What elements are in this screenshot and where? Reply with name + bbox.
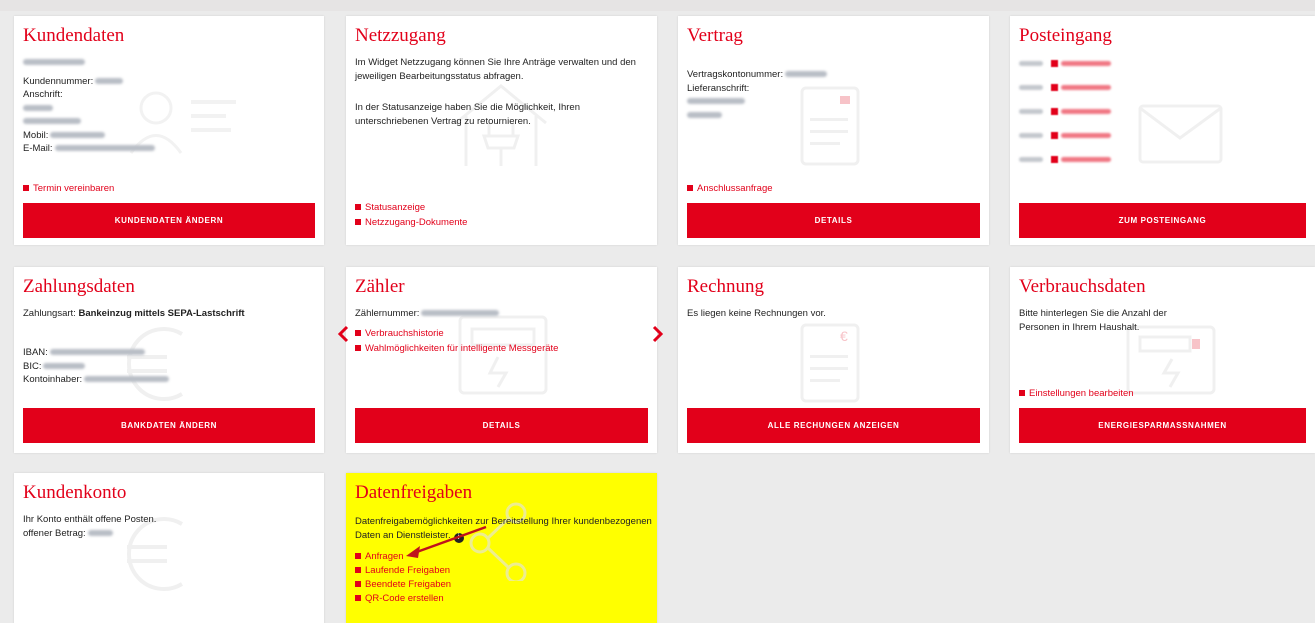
card-title: Zähler <box>355 276 405 297</box>
kundendaten-card: Kundendaten Kundennummer: Anschrift: Mob… <box>14 16 324 245</box>
energiesparmassnahmen-button[interactable]: ENERGIESPARMASSNAHMEN <box>1019 408 1306 443</box>
einstellungen-bearbeiten-link[interactable]: Einstellungen bearbeiten <box>1019 387 1134 400</box>
verbrauchshistorie-link[interactable]: Verbrauchshistorie <box>355 327 444 340</box>
bullet-icon <box>687 185 693 191</box>
message-row[interactable] <box>1019 107 1111 115</box>
kundennummer-row: Kundennummer: <box>23 75 155 89</box>
bullet-icon <box>355 345 361 351</box>
anschrift-label: Anschrift: <box>23 89 63 100</box>
qr-code-erstellen-link[interactable]: QR-Code erstellen <box>355 592 444 605</box>
bullet-icon <box>355 330 361 336</box>
mail-icon <box>1051 83 1058 91</box>
kundenkonto-card: Kundenkonto Ihr Konto enthält offene Pos… <box>14 473 324 623</box>
vertragskontonummer-row: Vertragskontonummer: <box>687 68 828 82</box>
mobil-row: Mobil: <box>23 129 155 143</box>
kundenkonto-details: Ihr Konto enthält offene Posten. offener… <box>23 513 156 540</box>
card-title: Verbrauchsdaten <box>1019 276 1146 297</box>
posteingang-card: Posteingang ZUM POSTEINGANG <box>1010 16 1315 245</box>
bankdaten-aendern-button[interactable]: BANKDATEN ÄNDERN <box>23 408 315 443</box>
bullet-icon <box>355 567 361 573</box>
bullet-icon <box>355 219 361 225</box>
zahlungsdaten-card: Zahlungsdaten Zahlungsart: Bankeinzug mi… <box>14 267 324 453</box>
anfragen-link[interactable]: Anfragen <box>355 550 404 563</box>
bullet-icon <box>355 204 361 210</box>
rechnung-card: € Rechnung Es liegen keine Rechnungen vo… <box>678 267 989 453</box>
vertrag-card: Vertrag Vertragskontonummer: Lieferansch… <box>678 16 989 245</box>
lieferanschrift-label: Lieferanschrift: <box>687 82 750 94</box>
beendete-freigaben-link[interactable]: Beendete Freigaben <box>355 578 451 591</box>
zum-posteingang-button[interactable]: ZUM POSTEINGANG <box>1019 203 1306 238</box>
verbrauchsdaten-card: Verbrauchsdaten Bitte hinterlegen Sie di… <box>1010 267 1315 453</box>
kundenkonto-text: Ihr Konto enthält offene Posten. <box>23 514 157 525</box>
bullet-icon <box>23 185 29 191</box>
alle-rechnungen-button[interactable]: ALLE RECHUNGEN ANZEIGEN <box>687 408 980 443</box>
envelope-icon <box>1138 104 1223 164</box>
card-title: Posteingang <box>1019 25 1112 46</box>
mail-icon <box>1051 155 1058 163</box>
card-title: Rechnung <box>687 276 765 297</box>
netzzugang-text1: Im Widget Netzzugang können Sie Ihre Ant… <box>355 57 636 82</box>
wahlmoeglichkeiten-link[interactable]: Wahlmöglichkeiten für intelligente Messg… <box>355 342 558 355</box>
card-title: Vertrag <box>687 25 743 46</box>
kontoinhaber-row: Kontoinhaber: <box>23 373 170 387</box>
chevron-right-icon[interactable] <box>652 325 664 343</box>
netzzugang-text2: In der Statusanzeige haben Sie die Mögli… <box>355 102 580 127</box>
chevron-left-icon[interactable] <box>337 325 349 343</box>
card-title: Datenfreigaben <box>355 482 473 503</box>
mail-icon <box>1051 131 1058 139</box>
svg-text:€: € <box>840 328 848 344</box>
meter-icon <box>458 315 548 395</box>
laufende-freigaben-link[interactable]: Laufende Freigaben <box>355 564 450 577</box>
verbrauchsdaten-text: Bitte hinterlegen Sie die Anzahl der Per… <box>1019 308 1167 333</box>
annotation-arrow-icon <box>406 525 487 558</box>
email-row: E-Mail: <box>23 142 155 156</box>
iban-row: IBAN: <box>23 346 169 360</box>
bullet-icon <box>355 581 361 587</box>
message-row[interactable] <box>1019 155 1111 163</box>
netzzugang-dokumente-link[interactable]: Netzzugang-Dokumente <box>355 216 467 229</box>
bullet-icon <box>355 553 361 559</box>
kundendaten-aendern-button[interactable]: KUNDENDATEN ÄNDERN <box>23 203 315 238</box>
zahlungsart-row: Zahlungsart: Bankeinzug mittels SEPA-Las… <box>23 308 245 319</box>
bullet-icon <box>355 595 361 601</box>
zaehlernummer-row: Zählernummer: <box>355 307 500 321</box>
invoice-icon: € <box>800 323 860 403</box>
bank-details: IBAN: BIC: Kontoinhaber: <box>23 346 170 387</box>
termin-vereinbaren-link[interactable]: Termin vereinbaren <box>23 182 114 195</box>
datenfreigaben-card: Datenfreigaben Datenfreigabemöglichkeite… <box>346 473 657 623</box>
netzzugang-card: Netzzugang Im Widget Netzzugang können S… <box>346 16 657 245</box>
vertrag-details-button[interactable]: DETAILS <box>687 203 980 238</box>
anschlussanfrage-link[interactable]: Anschlussanfrage <box>687 182 773 195</box>
card-title: Kundenkonto <box>23 482 127 503</box>
offener-betrag-row: offener Betrag: <box>23 527 156 541</box>
zaehler-card: Zähler Zählernummer: Verbrauchshistorie … <box>346 267 657 453</box>
kundendaten-details: Kundennummer: Anschrift: Mobil: E-Mail: <box>23 56 155 156</box>
bic-row: BIC: <box>23 360 169 374</box>
vertrag-details: Vertragskontonummer: Lieferanschrift: <box>687 68 828 122</box>
mail-icon <box>1051 59 1058 67</box>
top-bar <box>0 0 1315 11</box>
card-title: Netzzugang <box>355 25 446 46</box>
zaehler-details-button[interactable]: DETAILS <box>355 408 648 443</box>
card-title: Kundendaten <box>23 25 125 46</box>
mail-icon <box>1051 107 1058 115</box>
card-title: Zahlungsdaten <box>23 276 135 297</box>
meter-plug-icon <box>1126 325 1216 395</box>
customer-name <box>23 56 155 70</box>
message-row[interactable] <box>1019 83 1111 91</box>
rechnung-text: Es liegen keine Rechnungen vor. <box>687 308 826 319</box>
message-row[interactable] <box>1019 131 1111 139</box>
message-row[interactable] <box>1019 59 1111 67</box>
bullet-icon <box>1019 390 1025 396</box>
statusanzeige-link[interactable]: Statusanzeige <box>355 201 425 214</box>
